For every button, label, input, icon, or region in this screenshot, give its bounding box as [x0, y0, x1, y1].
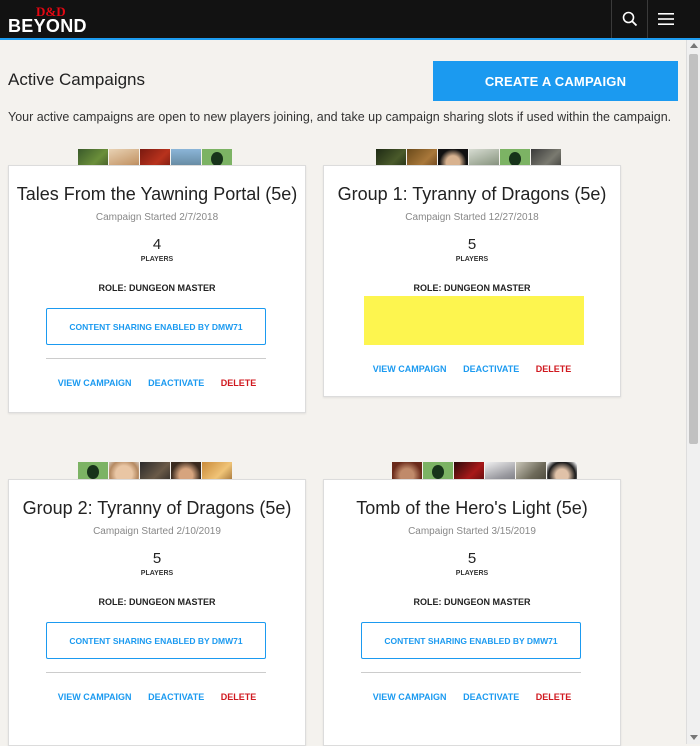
- deactivate-link[interactable]: DEACTIVATE: [463, 692, 519, 702]
- players-label: PLAYERS: [455, 570, 489, 577]
- deactivate-link[interactable]: DEACTIVATE: [148, 378, 204, 388]
- top-nav-bar: D&D BEYOND: [0, 0, 700, 40]
- page-title: Active Campaigns: [8, 70, 146, 89]
- player-count: 4: [152, 236, 162, 253]
- scroll-down-arrow-icon[interactable]: [690, 735, 698, 740]
- page-scrollbar[interactable]: [686, 40, 700, 744]
- campaign-actions: VIEW CAMPAIGN DEACTIVATE DELETE: [324, 364, 620, 374]
- campaign-name[interactable]: Group 1: Tyranny of Dragons (5e): [324, 184, 620, 205]
- delete-link[interactable]: DELETE: [221, 378, 257, 388]
- highlight-box: [364, 296, 584, 345]
- campaign-name[interactable]: Tomb of the Hero's Light (5e): [324, 498, 620, 519]
- delete-link[interactable]: DELETE: [221, 692, 257, 702]
- campaign-start-date: Campaign Started 2/7/2018: [95, 212, 219, 223]
- players-label: PLAYERS: [140, 256, 174, 263]
- player-count: 5: [467, 236, 477, 253]
- campaign-start-date: Campaign Started 3/15/2019: [408, 526, 536, 537]
- campaign-name[interactable]: Group 2: Tyranny of Dragons (5e): [9, 498, 305, 519]
- search-icon: [622, 11, 638, 27]
- delete-link[interactable]: DELETE: [536, 364, 572, 374]
- scrollbar-thumb[interactable]: [689, 54, 698, 444]
- campaign-name[interactable]: Tales From the Yawning Portal (5e): [9, 184, 305, 205]
- main-menu-button[interactable]: [647, 0, 684, 38]
- create-campaign-button[interactable]: CREATE A CAMPAIGN: [433, 61, 678, 101]
- role-label: ROLE: DUNGEON MASTER: [98, 283, 216, 293]
- view-campaign-link[interactable]: VIEW CAMPAIGN: [58, 692, 132, 702]
- deactivate-link[interactable]: DEACTIVATE: [148, 692, 204, 702]
- delete-link[interactable]: DELETE: [536, 692, 572, 702]
- campaign-card: Tales From the Yawning Portal (5e) Campa…: [8, 165, 306, 413]
- scroll-up-arrow-icon[interactable]: [690, 43, 698, 48]
- players-label: PLAYERS: [455, 256, 489, 263]
- intro-text: Your active campaigns are open to new pl…: [8, 110, 672, 124]
- campaign-actions: VIEW CAMPAIGN DEACTIVATE DELETE: [9, 378, 305, 388]
- role-label: ROLE: DUNGEON MASTER: [98, 597, 216, 607]
- deactivate-link[interactable]: DEACTIVATE: [463, 364, 519, 374]
- players-label: PLAYERS: [140, 570, 174, 577]
- view-campaign-link[interactable]: VIEW CAMPAIGN: [373, 364, 447, 374]
- campaign-start-date: Campaign Started 12/27/2018: [405, 212, 539, 223]
- campaign-card: Group 2: Tyranny of Dragons (5e) Campaig…: [8, 479, 306, 746]
- player-count: 5: [152, 550, 162, 567]
- role-label: ROLE: DUNGEON MASTER: [413, 597, 531, 607]
- divider: [46, 358, 266, 359]
- content-sharing-button[interactable]: CONTENT SHARING ENABLED BY DMW71: [361, 622, 581, 659]
- campaign-actions: VIEW CAMPAIGN DEACTIVATE DELETE: [9, 692, 305, 702]
- divider: [361, 672, 581, 673]
- logo-beyond-text: BEYOND: [8, 16, 87, 36]
- role-label: ROLE: DUNGEON MASTER: [413, 283, 531, 293]
- divider: [46, 672, 266, 673]
- view-campaign-link[interactable]: VIEW CAMPAIGN: [58, 378, 132, 388]
- hamburger-menu-icon: [658, 13, 674, 25]
- dnd-beyond-logo[interactable]: D&D BEYOND: [8, 4, 94, 36]
- content-sharing-button[interactable]: CONTENT SHARING ENABLED BY DMW71: [46, 622, 266, 659]
- campaign-actions: VIEW CAMPAIGN DEACTIVATE DELETE: [324, 692, 620, 702]
- campaign-card: Tomb of the Hero's Light (5e) Campaign S…: [323, 479, 621, 746]
- player-count: 5: [467, 550, 477, 567]
- campaign-start-date: Campaign Started 2/10/2019: [93, 526, 221, 537]
- view-campaign-link[interactable]: VIEW CAMPAIGN: [373, 692, 447, 702]
- content-sharing-button[interactable]: CONTENT SHARING ENABLED BY DMW71: [46, 308, 266, 345]
- search-button[interactable]: [611, 0, 648, 38]
- campaign-card: Group 1: Tyranny of Dragons (5e) Campaig…: [323, 165, 621, 397]
